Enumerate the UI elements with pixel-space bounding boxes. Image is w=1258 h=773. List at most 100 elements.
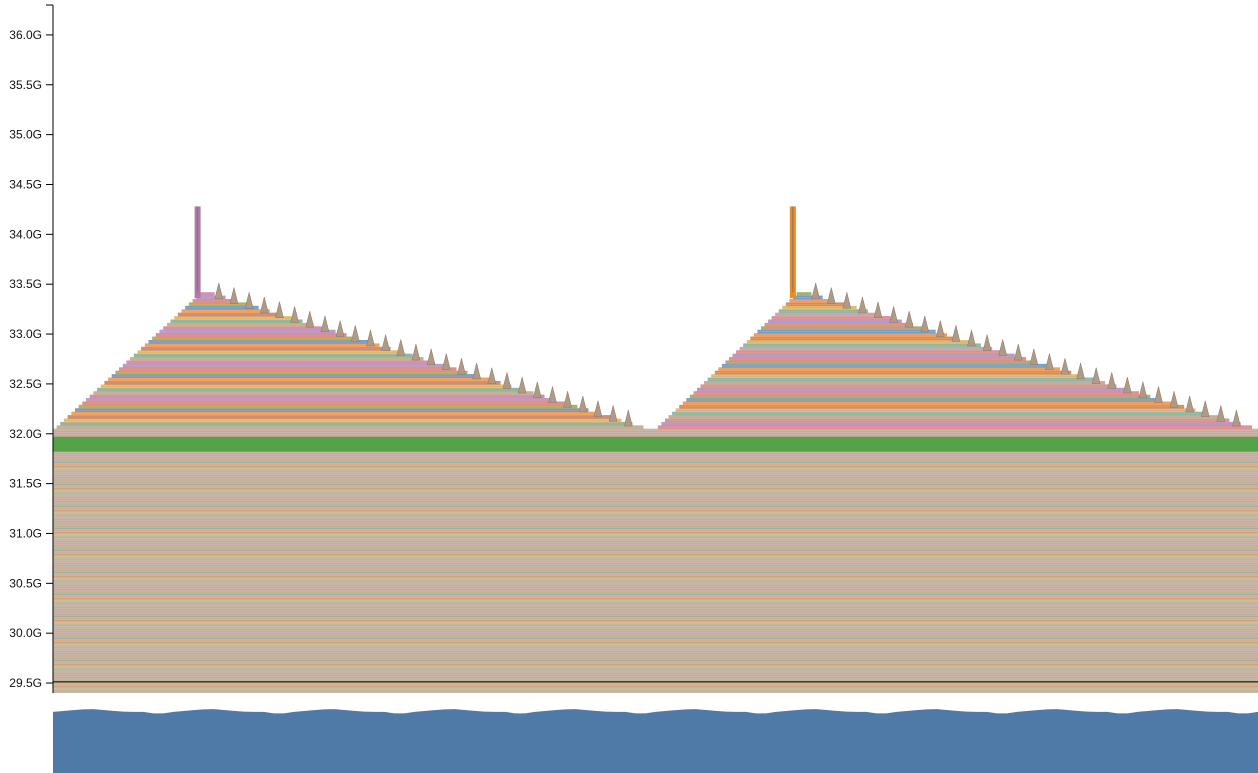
stable-layer	[53, 525, 1258, 527]
cycle-layer-line	[71, 413, 600, 415]
cycle-layer-line	[785, 304, 846, 305]
stable-layer	[53, 664, 1258, 666]
cycle-layer-line	[757, 331, 936, 333]
cycle-layer-line	[89, 396, 545, 397]
cycle-layer-line	[778, 310, 868, 312]
cycle-layer-line	[700, 386, 1117, 387]
cycle-layer-line	[729, 358, 1027, 360]
stable-layer	[53, 481, 1258, 483]
cycle-layer-line	[711, 375, 1083, 377]
allocation-spike	[563, 391, 572, 408]
cycle-layer-line	[686, 399, 1162, 401]
allocation-spike	[1076, 362, 1085, 380]
stable-layer	[53, 503, 1258, 505]
allocation-spike	[1029, 348, 1039, 366]
cycle-layer-line	[104, 382, 501, 384]
stable-layer	[53, 639, 1258, 642]
cycle-layer-line	[743, 345, 981, 346]
peak-spike-line	[792, 206, 794, 293]
stable-layer	[53, 617, 1258, 620]
stable-layer	[53, 430, 1258, 433]
allocation-spike	[811, 282, 821, 300]
stable-layer	[53, 543, 1258, 545]
stable-layer	[53, 483, 1258, 485]
allocation-spike	[290, 306, 299, 323]
cycle-layer-line	[86, 399, 556, 401]
stable-layer	[53, 615, 1258, 617]
stable-layer	[53, 637, 1258, 639]
stable-layer	[53, 631, 1258, 633]
stable-layer	[53, 677, 1258, 679]
cycle-layer-line	[126, 362, 435, 363]
stable-layer	[53, 554, 1258, 556]
allocation-spike	[411, 344, 421, 361]
stable-layer	[53, 688, 1258, 690]
cycle-layer-line	[753, 334, 947, 336]
allocation-spike	[244, 292, 254, 309]
stable-layer	[53, 620, 1258, 622]
cycle-layer-line	[82, 403, 567, 404]
cycle-layer-line	[119, 369, 457, 370]
stable-layer	[53, 485, 1258, 488]
overview-minimap[interactable]	[53, 709, 1258, 773]
cycle-layer-line	[789, 300, 834, 302]
cycle-layer-line	[199, 293, 215, 295]
stable-layer	[53, 457, 1258, 459]
cycle-layer-line	[760, 328, 925, 329]
cycle-layer-line	[155, 334, 347, 336]
cycle-layer-line	[192, 300, 237, 302]
allocation-spike	[1045, 353, 1054, 370]
cycle-layer-line	[177, 314, 281, 315]
cycle-layer-line	[181, 310, 270, 312]
allocation-spike	[350, 325, 360, 342]
allocation-spike	[1091, 367, 1101, 384]
stacked-area-plot	[53, 206, 1258, 693]
allocation-spike	[951, 325, 961, 342]
stable-layer	[53, 490, 1258, 492]
cycle-layer-line	[133, 355, 413, 356]
stable-layer	[53, 466, 1258, 468]
y-tick-label: 34.0G	[9, 227, 42, 241]
stable-layer	[53, 527, 1258, 529]
y-tick-label: 32.0G	[9, 427, 42, 441]
peak-spike-line	[197, 206, 199, 293]
allocation-spike	[1122, 377, 1132, 394]
stable-layer	[53, 626, 1258, 628]
stable-layer	[53, 582, 1258, 584]
allocation-spike	[936, 320, 945, 337]
cycle-layer-line	[141, 348, 391, 350]
allocation-spike	[578, 395, 588, 413]
y-tick-label: 31.0G	[9, 526, 42, 540]
cycle-layer-line	[108, 379, 490, 380]
allocation-spike	[623, 409, 633, 427]
cycle-layer-line	[115, 372, 468, 374]
overview-area	[53, 709, 1258, 773]
stable-layer	[53, 569, 1258, 571]
allocation-spike	[305, 311, 315, 328]
stable-layer	[53, 613, 1258, 615]
stable-layer	[53, 591, 1258, 593]
stable-layer	[53, 518, 1258, 521]
stable-layer	[53, 538, 1258, 540]
cycle-layer-line	[78, 406, 578, 408]
stable-layer	[53, 604, 1258, 606]
allocation-spike	[608, 405, 618, 422]
cycle-layer-line	[67, 416, 611, 418]
cycle-layer-line	[775, 314, 880, 315]
allocation-spike	[426, 348, 436, 366]
stable-layer	[53, 494, 1258, 496]
cycle-layer-line	[163, 328, 325, 329]
allocation-spike	[998, 339, 1007, 356]
y-tick-label: 31.5G	[9, 477, 42, 491]
y-tick-label: 32.5G	[9, 377, 42, 391]
allocation-spike	[593, 400, 603, 417]
y-tick-label: 30.5G	[9, 576, 42, 590]
cycle-layer-line	[97, 389, 523, 391]
cycle-layer-line	[137, 351, 402, 353]
stable-layer	[53, 479, 1258, 481]
cycle-layer-line	[668, 416, 1219, 418]
stable-layer	[53, 635, 1258, 637]
stable-layer	[53, 452, 1258, 455]
stable-layer	[53, 560, 1258, 562]
stable-layer	[53, 529, 1258, 532]
